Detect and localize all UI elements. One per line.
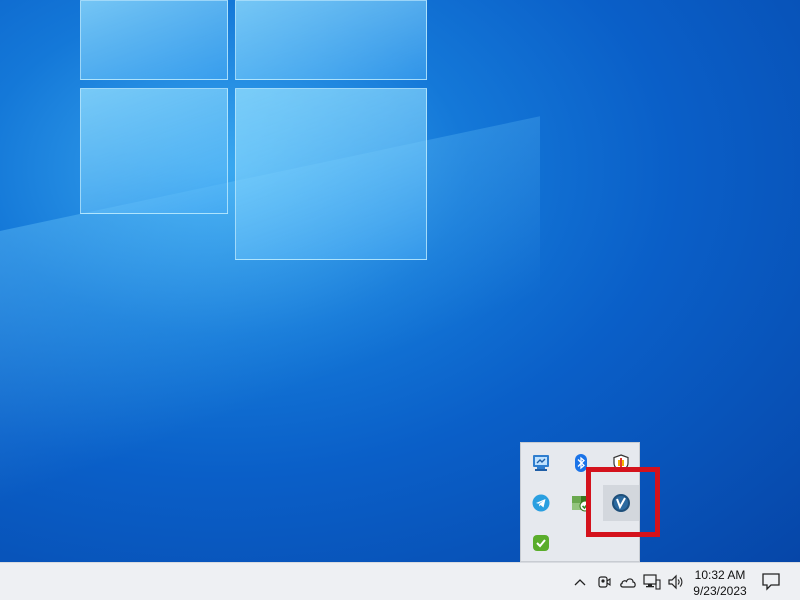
taskbar: 10:32 AM 9/23/2023 [0, 562, 800, 600]
wallpaper-window-pane [235, 0, 427, 80]
action-center-icon [762, 573, 780, 591]
volume-icon [668, 574, 683, 590]
tray-icon-green-check[interactable] [523, 525, 559, 561]
clock[interactable]: 10:32 AM 9/23/2023 [690, 567, 750, 599]
desktop [0, 0, 800, 562]
meet-now-icon [598, 576, 611, 588]
tray-icon-network-config[interactable] [523, 445, 559, 481]
meet-now-button[interactable] [594, 572, 614, 592]
onedrive-button[interactable] [618, 572, 638, 592]
action-center-button[interactable] [760, 571, 786, 593]
clock-date: 9/23/2023 [693, 584, 747, 598]
wallpaper-window-pane [235, 88, 427, 260]
wallpaper-window-pane [80, 0, 228, 80]
highlight-annotation-box [586, 467, 660, 537]
volume-button[interactable] [666, 572, 686, 592]
network-icon [643, 574, 661, 590]
chevron-up-icon [574, 579, 586, 586]
network-config-icon [533, 455, 549, 471]
green-check-icon [533, 535, 549, 551]
telegram-icon [532, 494, 550, 512]
onedrive-icon [620, 578, 636, 588]
network-button[interactable] [642, 572, 662, 592]
wallpaper-window-pane [80, 88, 228, 214]
show-hidden-icons-button[interactable] [570, 572, 590, 592]
tray-icon-telegram[interactable] [523, 485, 559, 521]
clock-time: 10:32 AM [694, 568, 746, 582]
